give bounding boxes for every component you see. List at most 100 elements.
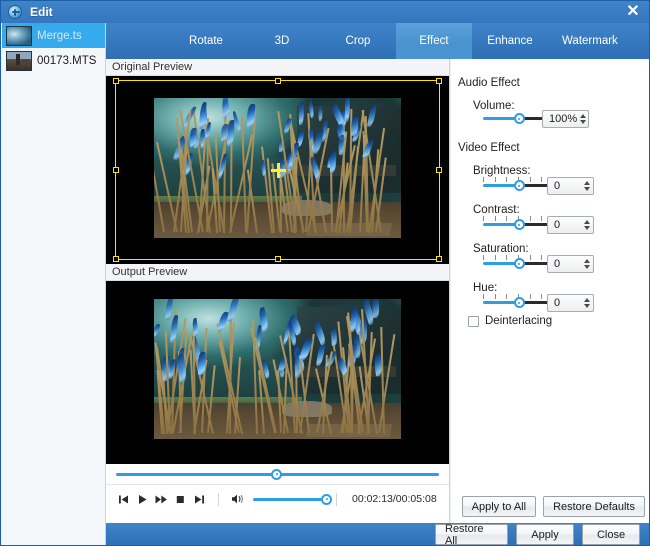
brightness-label: Brightness: (473, 165, 531, 177)
file-name-label: Merge.ts (37, 30, 82, 42)
audio-effect-group-title: Audio Effect (458, 77, 520, 89)
close-icon[interactable]: ✕ (623, 3, 643, 21)
video-effect-group-title: Video Effect (458, 142, 520, 154)
app-disc-icon (8, 5, 22, 19)
tab-watermark[interactable]: Watermark (548, 23, 632, 59)
stepper-arrows-icon[interactable] (580, 217, 593, 233)
crop-handle-middle-right[interactable] (436, 167, 442, 173)
crop-handle-bottom-center[interactable] (275, 256, 281, 262)
previous-button[interactable] (114, 489, 133, 509)
crop-handle-top-right[interactable] (436, 78, 442, 84)
hue-slider[interactable] (483, 300, 554, 305)
list-item-merge-ts[interactable]: Merge.ts (2, 23, 105, 48)
hue-stepper[interactable]: 0 (547, 294, 594, 312)
window-title: Edit (30, 5, 53, 19)
contrast-slider[interactable] (483, 222, 554, 227)
contrast-value: 0 (548, 219, 580, 231)
restore-all-button[interactable]: Restore All (435, 524, 508, 545)
stepper-arrows-icon[interactable] (580, 256, 593, 272)
scene-feather (190, 128, 197, 147)
tab-enhance[interactable]: Enhance (472, 23, 548, 59)
tab-bar: Rotate 3D Crop Effect Enhance Watermark (106, 23, 650, 59)
tab-spacer (106, 23, 168, 59)
output-preview-title: Output Preview (112, 266, 187, 278)
stepper-arrows-icon[interactable] (577, 111, 588, 127)
seek-bar[interactable] (106, 464, 449, 485)
hue-value: 0 (548, 297, 580, 309)
next-button[interactable] (190, 489, 209, 509)
crop-handle-top-center[interactable] (275, 78, 281, 84)
tab-effect[interactable]: Effect (396, 23, 472, 59)
crop-handle-middle-left[interactable] (113, 167, 119, 173)
volume-label: Volume: (473, 100, 515, 112)
speaker-icon[interactable] (228, 489, 247, 509)
contrast-label: Contrast: (473, 204, 520, 216)
brightness-value: 0 (548, 180, 580, 192)
original-preview-stage (106, 76, 449, 264)
effect-settings-panel: Audio Effect Volume: 100% Video Effect B… (451, 59, 650, 523)
file-thumbnail (6, 26, 32, 46)
crop-handle-top-left[interactable] (113, 78, 119, 84)
volume-handle[interactable] (321, 494, 332, 505)
dialog-footer: Restore All Apply Close (106, 523, 650, 546)
scene-stem (330, 163, 333, 232)
edit-window: Edit ✕ Merge.ts 00173.MTS Rotate 3D Crop… (0, 0, 650, 546)
volume-stepper[interactable]: 100% (542, 110, 589, 128)
volume-slider-handle[interactable] (514, 113, 525, 124)
tab-crop[interactable]: Crop (320, 23, 396, 59)
tab-rotate[interactable]: Rotate (168, 23, 244, 59)
brightness-stepper[interactable]: 0 (547, 177, 594, 195)
close-button[interactable]: Close (582, 524, 640, 545)
output-preview-header: Output Preview (106, 264, 449, 281)
sidebar-footer-fill (2, 523, 106, 546)
stepper-arrows-icon[interactable] (580, 178, 593, 194)
volume-value: 100% (543, 113, 577, 125)
brightness-slider-handle[interactable] (514, 180, 525, 191)
original-preview-title: Original Preview (112, 61, 192, 73)
original-preview-header: Original Preview (106, 59, 449, 76)
hue-label: Hue: (473, 282, 497, 294)
file-thumbnail (6, 51, 32, 71)
crop-handle-bottom-left[interactable] (113, 256, 119, 262)
timecode-label: 00:02:13/00:05:08 (352, 493, 437, 505)
output-video-frame (154, 299, 401, 439)
deinterlacing-label: Deinterlacing (485, 315, 552, 327)
checkbox-box[interactable] (468, 316, 479, 327)
seek-track[interactable] (116, 473, 439, 476)
crop-handle-bottom-right[interactable] (436, 256, 442, 262)
apply-to-all-button[interactable]: Apply to All (462, 496, 536, 517)
brightness-slider[interactable] (483, 183, 554, 188)
preview-column: Original Preview (106, 59, 450, 523)
transport-controls: 00:02:13/00:05:08 (106, 485, 449, 513)
play-button[interactable] (133, 489, 152, 509)
stepper-arrows-icon[interactable] (580, 295, 593, 311)
panel-action-buttons: Apply to All Restore Defaults (462, 496, 645, 517)
center-crosshair-icon (271, 163, 286, 178)
saturation-slider[interactable] (483, 261, 554, 266)
saturation-label: Saturation: (473, 243, 529, 255)
file-name-label: 00173.MTS (37, 55, 96, 67)
saturation-slider-handle[interactable] (514, 258, 525, 269)
restore-defaults-button[interactable]: Restore Defaults (543, 496, 645, 517)
title-bar: Edit ✕ (1, 1, 650, 23)
fast-forward-button[interactable] (152, 489, 171, 509)
transport-divider (218, 493, 219, 506)
tab-3d[interactable]: 3D (244, 23, 320, 59)
file-list-sidebar: Merge.ts 00173.MTS (2, 23, 106, 523)
contrast-slider-handle[interactable] (514, 219, 525, 230)
scene-feather (298, 102, 303, 125)
volume-track[interactable] (253, 498, 327, 501)
contrast-stepper[interactable]: 0 (547, 216, 594, 234)
saturation-value: 0 (548, 258, 580, 270)
apply-button[interactable]: Apply (516, 524, 574, 545)
output-preview-stage (106, 281, 449, 464)
hue-slider-handle[interactable] (514, 297, 525, 308)
stop-button[interactable] (171, 489, 190, 509)
deinterlacing-checkbox[interactable]: Deinterlacing (468, 315, 552, 327)
seek-handle[interactable] (271, 469, 282, 480)
saturation-stepper[interactable]: 0 (547, 255, 594, 273)
scene-feather (371, 299, 379, 318)
transport-divider (336, 493, 337, 506)
scene-feather (247, 104, 255, 127)
list-item-00173-mts[interactable]: 00173.MTS (2, 48, 105, 73)
